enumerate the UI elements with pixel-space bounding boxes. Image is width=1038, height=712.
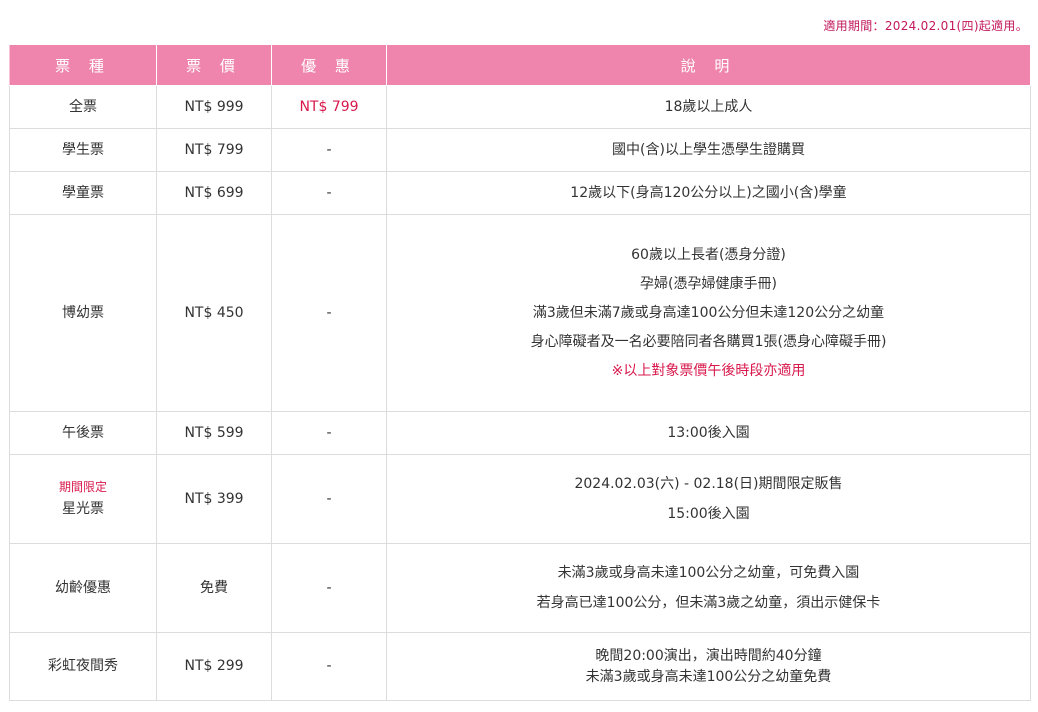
- description-line: 若身高已達100公分，但未滿3歲之幼童，須出示健保卡: [536, 594, 881, 611]
- ticket-description-cell: 2024.02.03(六) - 02.18(日)期間限定販售 15:00後入園: [386, 454, 1031, 544]
- ticket-description-cell: 18歲以上成人: [386, 85, 1031, 129]
- description-line: 滿3歲但未滿7歲或身高達100公分但未達120公分之幼童: [532, 304, 885, 321]
- ticket-type-cell: 期間限定 星光票: [9, 454, 157, 544]
- ticket-discount-cell: -: [271, 411, 387, 455]
- ticket-type-cell: 學生票: [9, 128, 157, 172]
- ticket-price-cell: NT$ 450: [156, 214, 272, 412]
- ticket-type-cell: 彩虹夜間秀: [9, 632, 157, 701]
- table-row: 全票 NT$ 999 NT$ 799 18歲以上成人: [9, 85, 1031, 129]
- ticket-discount-cell: -: [271, 214, 387, 412]
- ticket-discount-cell: NT$ 799: [271, 85, 387, 129]
- ticket-description-cell: 12歲以下(身高120公分以上)之國小(含)學童: [386, 171, 1031, 215]
- ticket-discount-cell: -: [271, 128, 387, 172]
- ticket-discount-cell: -: [271, 632, 387, 701]
- table-row: 彩虹夜間秀 NT$ 299 - 晚間20:00演出，演出時間約40分鐘 未滿3歲…: [9, 632, 1031, 701]
- ticket-price-cell: NT$ 599: [156, 411, 272, 455]
- ticket-type-cell: 全票: [9, 85, 157, 129]
- ticket-discount-cell: -: [271, 454, 387, 544]
- ticket-description-cell: 60歲以上長者(憑身分證) 孕婦(憑孕婦健康手冊) 滿3歲但未滿7歲或身高達10…: [386, 214, 1031, 412]
- description-line: 60歲以上長者(憑身分證): [631, 246, 786, 263]
- ticket-discount-cell: -: [271, 543, 387, 633]
- ticket-type-cell: 幼齡優惠: [9, 543, 157, 633]
- description-line: 15:00後入園: [667, 505, 750, 522]
- description-line: 13:00後入園: [667, 424, 750, 441]
- ticket-description-cell: 未滿3歲或身高未達100公分之幼童，可免費入園 若身高已達100公分，但未滿3歲…: [386, 543, 1031, 633]
- description-line: 未滿3歲或身高未達100公分之幼童，可免費入園: [557, 565, 860, 582]
- table-row: 學童票 NT$ 699 - 12歲以下(身高120公分以上)之國小(含)學童: [9, 171, 1031, 215]
- ticket-description-cell: 晚間20:00演出，演出時間約40分鐘 未滿3歲或身高未達100公分之幼童免費: [386, 632, 1031, 701]
- ticket-price-cell: NT$ 299: [156, 632, 272, 701]
- description-line: 12歲以下(身高120公分以上)之國小(含)學童: [570, 184, 847, 201]
- table-row: 學生票 NT$ 799 - 國中(含)以上學生憑學生證購買: [9, 128, 1031, 172]
- ticket-discount-cell: -: [271, 171, 387, 215]
- ticket-type-label: 星光票: [62, 501, 104, 518]
- description-line: 18歲以上成人: [664, 98, 753, 115]
- table-header-row: 票 種 票 價 優 惠 說 明: [9, 44, 1031, 86]
- ticket-price-cell: NT$ 699: [156, 171, 272, 215]
- ticket-description-cell: 13:00後入園: [386, 411, 1031, 455]
- table-row: 期間限定 星光票 NT$ 399 - 2024.02.03(六) - 02.18…: [9, 454, 1031, 544]
- ticket-type-cell: 午後票: [9, 411, 157, 455]
- description-note: ※以上對象票價午後時段亦適用: [611, 363, 806, 380]
- ticket-description-cell: 國中(含)以上學生憑學生證購買: [386, 128, 1031, 172]
- description-line: 晚間20:00演出，演出時間約40分鐘: [595, 648, 822, 665]
- ticket-price-cell: NT$ 999: [156, 85, 272, 129]
- table-row: 幼齡優惠 免費 - 未滿3歲或身高未達100公分之幼童，可免費入園 若身高已達1…: [9, 543, 1031, 633]
- ticket-type-cell: 博幼票: [9, 214, 157, 412]
- applicable-period-note: 適用期間：2024.02.01(四)起適用。: [823, 19, 1028, 33]
- description-line: 未滿3歲或身高未達100公分之幼童免費: [585, 668, 832, 685]
- description-line: 國中(含)以上學生憑學生證購買: [612, 141, 805, 158]
- ticket-price-cell: 免費: [156, 543, 272, 633]
- ticket-type-cell: 學童票: [9, 171, 157, 215]
- header-description: 說 明: [386, 44, 1031, 86]
- description-line: 孕婦(憑孕婦健康手冊): [640, 275, 777, 292]
- header-ticket-price: 票 價: [156, 44, 272, 86]
- ticket-price-cell: NT$ 399: [156, 454, 272, 544]
- table-row: 博幼票 NT$ 450 - 60歲以上長者(憑身分證) 孕婦(憑孕婦健康手冊) …: [9, 214, 1031, 412]
- description-line: 身心障礙者及一名必要陪同者各購買1張(憑身心障礙手冊): [530, 334, 887, 351]
- header-ticket-type: 票 種: [9, 44, 157, 86]
- header-discount: 優 惠: [271, 44, 387, 86]
- ticket-price-table: 票 種 票 價 優 惠 說 明 全票 NT$ 999 NT$ 799 18歲以上…: [9, 44, 1031, 701]
- description-line: 2024.02.03(六) - 02.18(日)期間限定販售: [574, 476, 843, 493]
- limited-time-label: 期間限定: [58, 479, 107, 494]
- table-row: 午後票 NT$ 599 - 13:00後入園: [9, 411, 1031, 455]
- ticket-price-cell: NT$ 799: [156, 128, 272, 172]
